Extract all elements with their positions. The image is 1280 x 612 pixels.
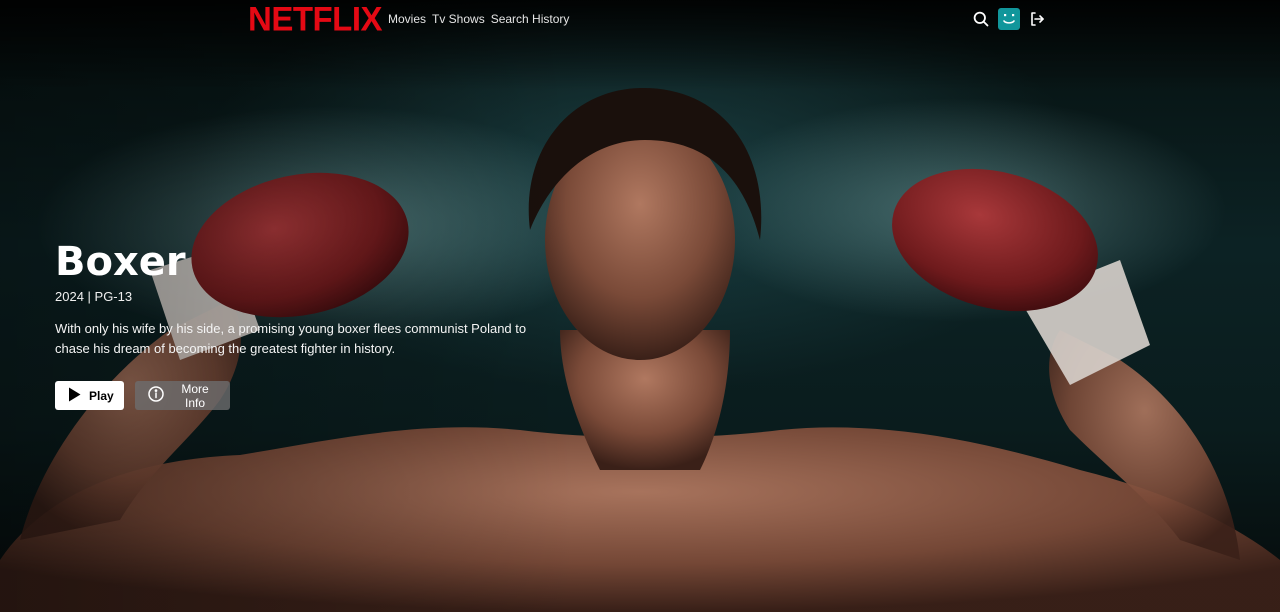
avatar-icon[interactable]	[998, 8, 1020, 30]
movie-title: Boxer	[55, 239, 186, 285]
more-info-button-label: More Info	[181, 381, 209, 410]
movie-description: With only his wife by his side, a promis…	[55, 321, 527, 356]
play-button-label: Play	[89, 388, 114, 403]
top-navbar: NETFLIX Movies Tv Shows Search History	[0, 0, 1280, 40]
nav-link-tv-shows[interactable]: Tv Shows	[432, 12, 485, 26]
nav-links: Movies Tv Shows Search History	[388, 12, 569, 26]
netflix-logo[interactable]: NETFLIX	[248, 0, 383, 38]
play-button[interactable]: Play	[55, 381, 124, 410]
nav-link-movies[interactable]: Movies	[388, 12, 426, 26]
nav-link-search-history[interactable]: Search History	[491, 12, 570, 26]
hero-details: Boxer 2024 | PG-13 With only his wife by…	[55, 238, 535, 410]
search-icon[interactable]	[972, 10, 990, 28]
netflix-home-page: NETFLIX Movies Tv Shows Search History B…	[0, 0, 1280, 612]
more-info-button[interactable]: More Info	[135, 381, 230, 410]
logout-icon[interactable]	[1028, 10, 1046, 28]
movie-meta: 2024 | PG-13	[55, 289, 133, 304]
play-icon	[68, 387, 81, 405]
info-icon	[148, 386, 164, 405]
hero-actions: Play More Info	[55, 381, 535, 410]
nav-actions	[972, 8, 1046, 30]
